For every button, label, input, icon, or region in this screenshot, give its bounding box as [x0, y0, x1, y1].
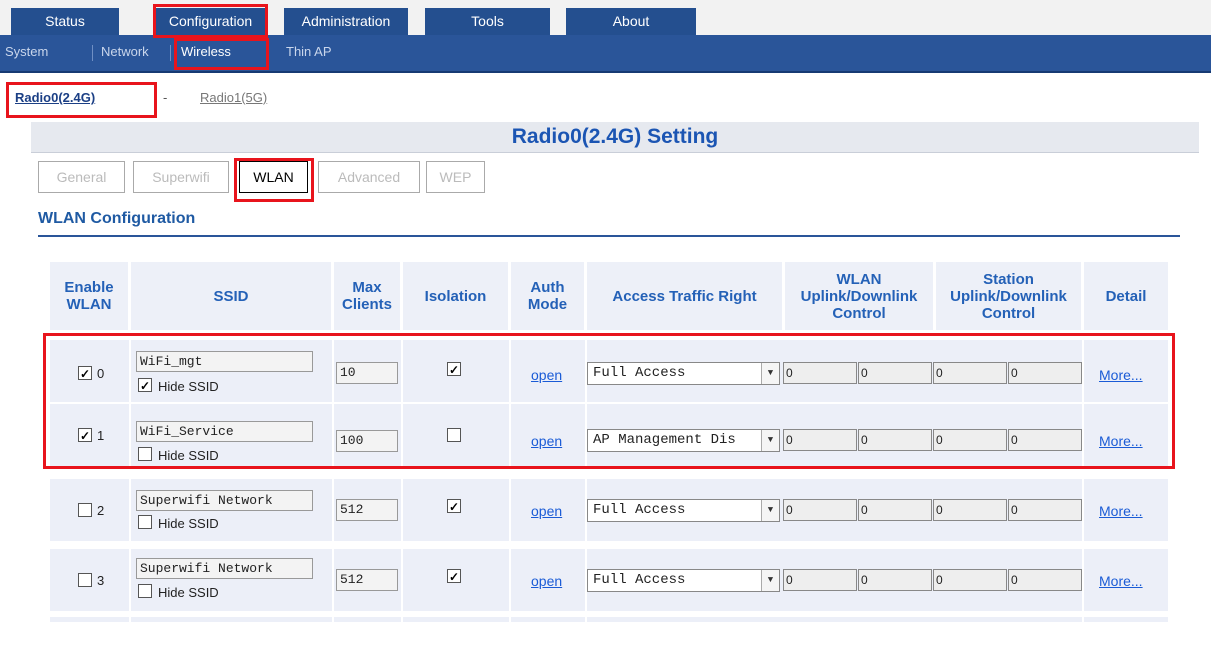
tab-administration[interactable]: Administration [284, 8, 408, 35]
hide-ssid-checkbox[interactable] [138, 584, 152, 598]
hide-ssid-label: Hide SSID [158, 585, 219, 600]
tab-about[interactable]: About [566, 8, 696, 35]
tab-advanced[interactable]: Advanced [318, 161, 420, 193]
highlight-radio0 [6, 82, 157, 118]
header-auth-mode: Auth Mode [511, 262, 584, 330]
access-traffic-value: Full Access [593, 572, 686, 588]
max-clients-input[interactable]: 512 [336, 569, 398, 591]
page-title: Radio0(2.4G) Setting [31, 122, 1199, 153]
chevron-down-icon: ▼ [761, 500, 779, 521]
access-traffic-select[interactable]: Full Access ▼ [587, 569, 780, 592]
ssid-input[interactable]: Superwifi Network [136, 490, 313, 511]
wlan-uplink-input[interactable]: 0 [783, 569, 857, 591]
subnav-network[interactable]: Network [101, 43, 149, 61]
auth-mode-link[interactable]: open [531, 573, 562, 589]
header-enable-wlan: Enable WLAN [50, 262, 128, 330]
chevron-down-icon: ▼ [761, 570, 779, 591]
highlight-rows [43, 333, 1175, 469]
access-traffic-value: Full Access [593, 502, 686, 518]
radio1-link[interactable]: Radio1(5G) [200, 89, 267, 107]
header-detail: Detail [1084, 262, 1168, 330]
header-max-clients: Max Clients [334, 262, 400, 330]
more-link[interactable]: More... [1099, 503, 1143, 519]
hide-ssid-checkbox[interactable] [138, 515, 152, 529]
isolation-checkbox[interactable]: ✓ [447, 499, 461, 514]
subnav-system[interactable]: System [5, 43, 48, 61]
isolation-checkbox[interactable]: ✓ [447, 569, 461, 584]
tab-tools[interactable]: Tools [425, 8, 550, 35]
auth-mode-link[interactable]: open [531, 503, 562, 519]
station-downlink-input[interactable]: 0 [1008, 499, 1082, 521]
enable-checkbox[interactable] [78, 503, 92, 517]
hide-ssid-label: Hide SSID [158, 516, 219, 531]
wlan-downlink-input[interactable]: 0 [858, 569, 932, 591]
header-access-traffic-right: Access Traffic Right [587, 262, 782, 330]
radio-divider: - [163, 90, 168, 105]
row-index: 3 [97, 573, 105, 588]
highlight-wlan-tab [234, 158, 314, 202]
ssid-input[interactable]: Superwifi Network [136, 558, 313, 579]
header-station-control: Station Uplink/Downlink Control [936, 262, 1081, 330]
row-index: 2 [97, 503, 105, 518]
more-link[interactable]: More... [1099, 573, 1143, 589]
section-title: WLAN Configuration [38, 210, 196, 227]
wlan-uplink-input[interactable]: 0 [783, 499, 857, 521]
station-uplink-input[interactable]: 0 [933, 499, 1007, 521]
section-divider [38, 235, 1180, 237]
highlight-configuration [153, 4, 268, 38]
subnav-divider [92, 45, 93, 61]
tab-superwifi[interactable]: Superwifi [133, 161, 229, 193]
tab-status[interactable]: Status [11, 8, 119, 35]
station-downlink-input[interactable]: 0 [1008, 569, 1082, 591]
max-clients-input[interactable]: 512 [336, 499, 398, 521]
station-uplink-input[interactable]: 0 [933, 569, 1007, 591]
header-wlan-control: WLAN Uplink/Downlink Control [785, 262, 933, 330]
header-ssid: SSID [131, 262, 331, 330]
subnav-divider [170, 45, 171, 61]
header-isolation: Isolation [403, 262, 508, 330]
wlan-downlink-input[interactable]: 0 [858, 499, 932, 521]
table-row-edge [50, 617, 1168, 622]
subnav-thin-ap[interactable]: Thin AP [286, 43, 332, 61]
enable-checkbox[interactable] [78, 573, 92, 587]
tab-wep[interactable]: WEP [426, 161, 485, 193]
access-traffic-select[interactable]: Full Access ▼ [587, 499, 780, 522]
tab-general[interactable]: General [38, 161, 125, 193]
highlight-wireless [174, 38, 269, 70]
